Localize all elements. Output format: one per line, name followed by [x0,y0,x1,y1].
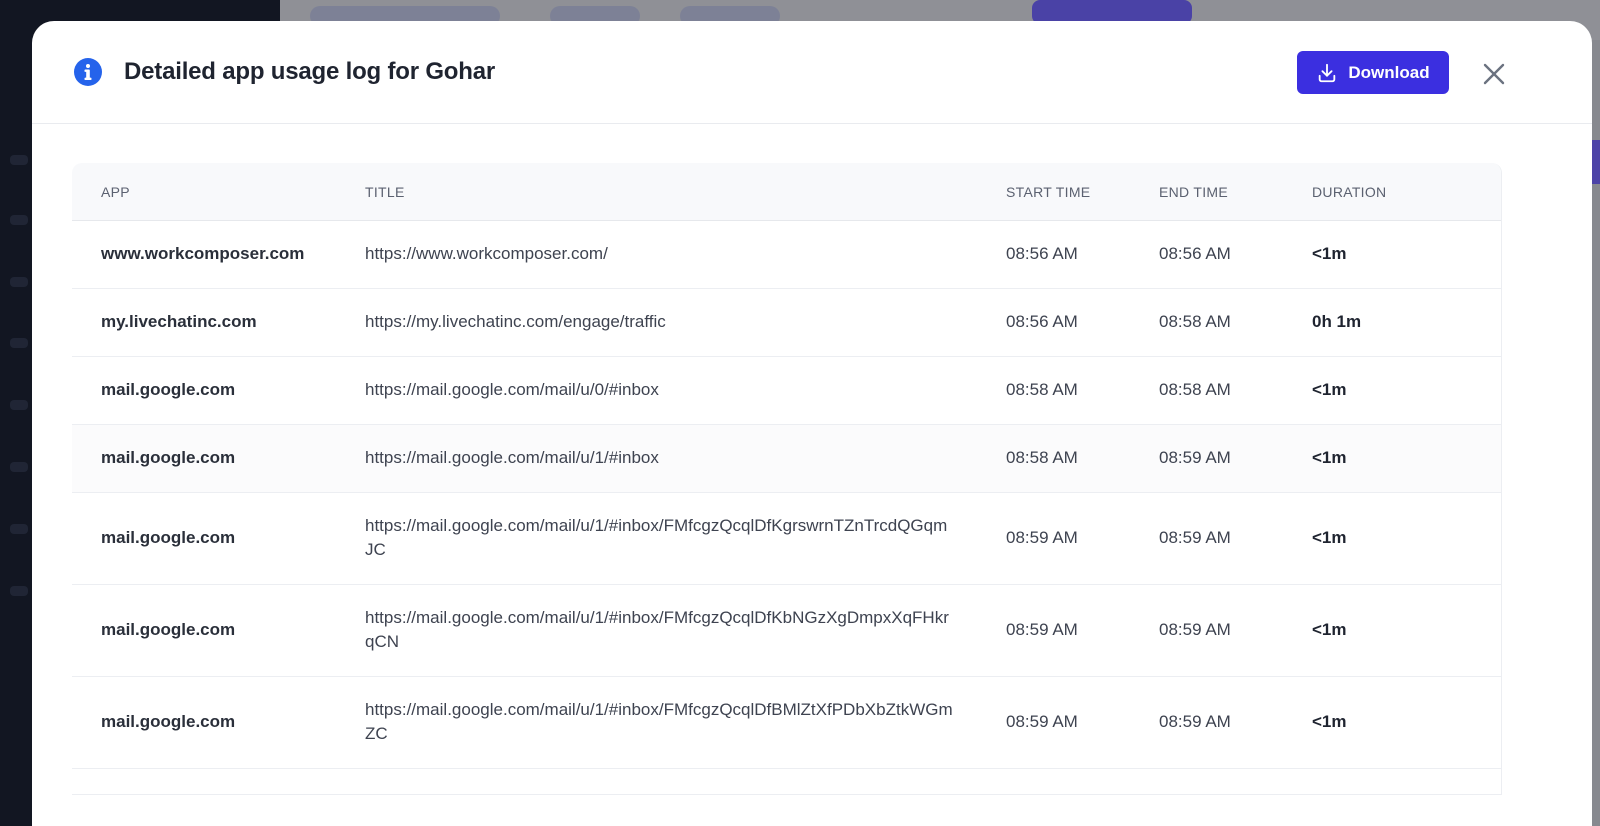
close-button[interactable] [1480,60,1508,88]
row-title: https://mail.google.com/mail/u/1/#inbox [365,448,659,467]
table-row[interactable]: mail.google.com https://mail.google.com/… [72,425,1501,493]
row-start-time: 08:58 AM [1006,448,1078,467]
row-end-time: 08:59 AM [1159,448,1231,467]
row-start-time: 08:59 AM [1006,712,1078,731]
column-header-end-time[interactable]: END TIME [1159,184,1228,200]
row-end-time: 08:56 AM [1159,244,1231,263]
table-row[interactable]: mail.google.com https://mail.google.com/… [72,357,1501,425]
row-end-time: 08:59 AM [1159,712,1231,731]
download-button-label: Download [1348,62,1430,82]
row-duration: <1m [1312,244,1347,263]
row-title: https://www.workcomposer.com/ [365,244,608,263]
row-app: mail.google.com [101,712,236,731]
row-title: https://mail.google.com/mail/u/1/#inbox/… [365,608,949,651]
column-header-title[interactable]: TITLE [365,184,405,200]
row-start-time: 08:56 AM [1006,244,1078,263]
table-row[interactable]: www.workcomposer.com https://www.workcom… [72,221,1501,289]
row-end-time: 08:59 AM [1159,528,1231,547]
table-header: APP TITLE START TIME END TIME DURATION [72,163,1501,221]
row-app: mail.google.com [101,528,236,547]
row-start-time: 08:59 AM [1006,620,1078,639]
row-end-time: 08:58 AM [1159,312,1231,331]
row-app: mail.google.com [101,620,236,639]
column-header-duration[interactable]: DURATION [1312,184,1386,200]
row-duration: <1m [1312,380,1347,399]
row-app: mail.google.com [101,380,236,399]
modal-header: Detailed app usage log for Gohar Downloa… [32,21,1592,124]
row-start-time: 08:59 AM [1006,528,1078,547]
table-row[interactable]: mail.google.com https://mail.google.com/… [72,493,1501,585]
row-start-time: 08:56 AM [1006,312,1078,331]
usage-log-table: APP TITLE START TIME END TIME DURATION w… [72,163,1502,795]
row-start-time: 08:58 AM [1006,380,1078,399]
row-duration: <1m [1312,528,1347,547]
usage-log-modal: Detailed app usage log for Gohar Downloa… [32,21,1592,826]
row-end-time: 08:58 AM [1159,380,1231,399]
row-end-time: 08:59 AM [1159,620,1231,639]
column-header-app[interactable]: APP [101,184,130,200]
download-button[interactable]: Download [1297,51,1449,94]
row-duration: <1m [1312,712,1347,731]
table-row[interactable]: my.livechatinc.com https://my.livechatin… [72,289,1501,357]
download-icon [1319,63,1336,82]
modal-title: Detailed app usage log for Gohar [124,58,495,85]
row-title: https://mail.google.com/mail/u/0/#inbox [365,380,659,399]
row-title: https://mail.google.com/mail/u/1/#inbox/… [365,516,948,559]
row-duration: 0h 1m [1312,312,1362,331]
info-circle-icon [74,58,102,86]
table-row[interactable]: mail.google.com https://mail.google.com/… [72,677,1501,769]
row-app: my.livechatinc.com [101,312,257,331]
table-row[interactable]: mail.google.com https://mail.google.com/… [72,585,1501,677]
row-app: www.workcomposer.com [101,244,305,263]
row-title: https://mail.google.com/mail/u/1/#inbox/… [365,700,953,743]
row-duration: <1m [1312,448,1347,467]
row-app: mail.google.com [101,448,236,467]
row-duration: <1m [1312,620,1347,639]
row-title: https://my.livechatinc.com/engage/traffi… [365,312,666,331]
column-header-start-time[interactable]: START TIME [1006,184,1090,200]
close-icon [1483,63,1505,85]
